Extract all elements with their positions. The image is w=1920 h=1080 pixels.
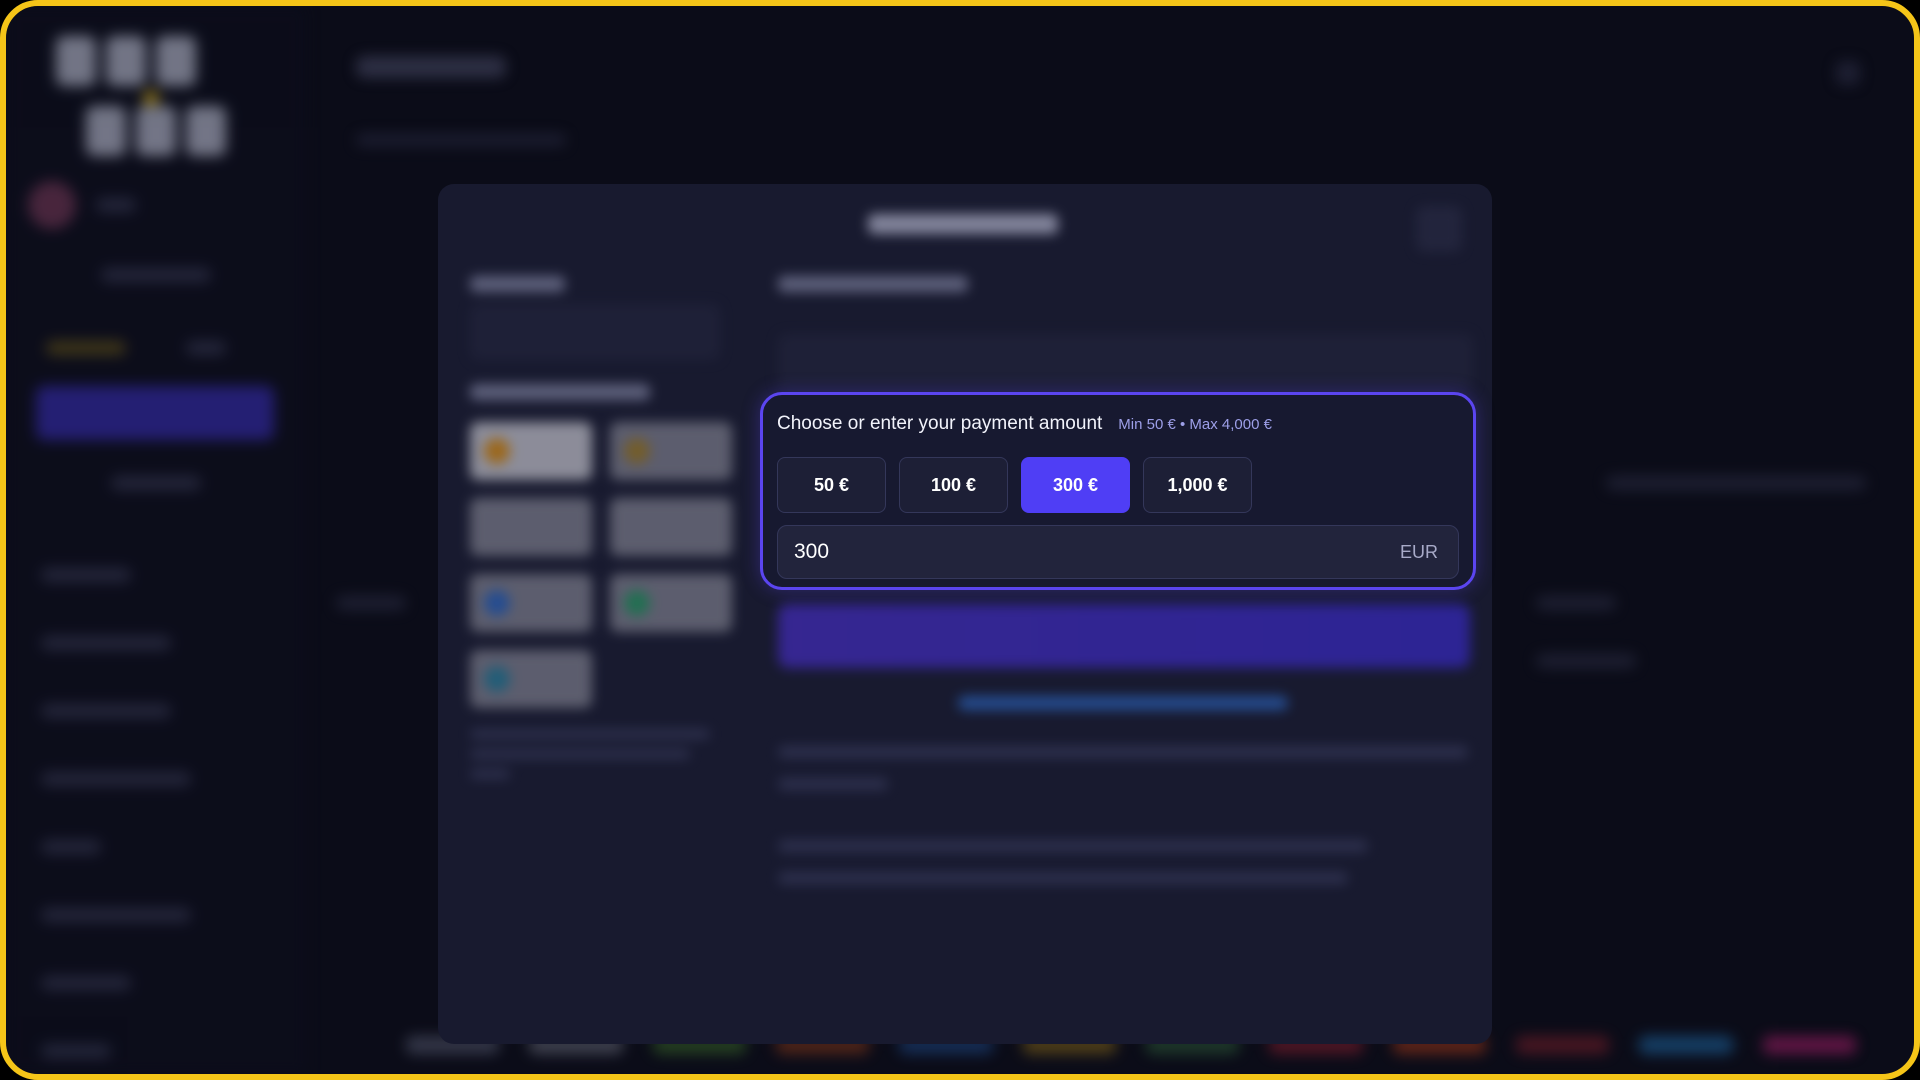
withdraw-button[interactable]	[778, 604, 1470, 668]
header-icon-placeholder[interactable]	[1836, 61, 1860, 85]
payment-amount-header: Choose or enter your payment amount Min …	[777, 413, 1272, 435]
sidebar-item[interactable]	[41, 840, 101, 854]
footer-logo	[1762, 1036, 1856, 1054]
table-header-placeholder	[336, 596, 406, 610]
sidebar-username-placeholder	[96, 198, 136, 212]
coin-icon	[624, 438, 650, 464]
close-icon[interactable]	[1416, 206, 1462, 252]
wallet-label-placeholder	[778, 276, 968, 292]
modal-blurred-content	[438, 184, 1492, 1044]
table-header-placeholder	[1536, 596, 1616, 610]
payment-method-tile[interactable]	[470, 422, 592, 480]
preset-amount-300-button[interactable]: 300 €	[1021, 457, 1130, 513]
sidebar-item[interactable]	[41, 772, 191, 786]
sidebar-deposit-button[interactable]	[36, 386, 274, 440]
sidebar-balance-placeholder	[46, 341, 126, 355]
info-text-placeholder	[778, 872, 1348, 884]
payment-note-placeholder	[470, 729, 710, 739]
info-text-placeholder	[778, 840, 1368, 852]
sidebar-item[interactable]	[41, 568, 131, 582]
payment-amount-panel: Choose or enter your payment amount Min …	[760, 392, 1476, 590]
wallet-address-input[interactable]	[778, 334, 1473, 390]
preset-amounts: 50 € 100 € 300 € 1,000 €	[777, 457, 1252, 513]
warning-text-placeholder	[778, 746, 1468, 758]
sidebar-withdraw-link-placeholder[interactable]	[111, 476, 201, 490]
sidebar-profile-link-placeholder[interactable]	[101, 268, 211, 282]
sidebar-balance-extra-placeholder	[186, 341, 226, 355]
payment-note-placeholder	[470, 749, 690, 759]
currency-select[interactable]	[470, 304, 720, 360]
terms-link-placeholder[interactable]	[958, 696, 1288, 710]
table-cell-placeholder	[1536, 654, 1636, 668]
preset-amount-1000-button[interactable]: 1,000 €	[1143, 457, 1252, 513]
payment-amount-limits: Min 50 € • Max 4,000 €	[1118, 416, 1272, 433]
coin-icon	[484, 590, 510, 616]
sidebar-item[interactable]	[41, 908, 191, 922]
footer-logo	[1515, 1036, 1610, 1054]
amount-input[interactable]	[778, 525, 1400, 579]
sidebar-item[interactable]	[41, 1044, 111, 1058]
payment-method-tile[interactable]	[610, 422, 732, 480]
warning-text-placeholder	[778, 778, 888, 790]
page-title-placeholder	[356, 56, 506, 78]
payment-method-tile[interactable]	[470, 498, 592, 556]
sidebar-item[interactable]	[41, 636, 171, 650]
logo-mark	[56, 36, 226, 156]
sidebar-item[interactable]	[41, 704, 171, 718]
coin-icon	[484, 666, 510, 692]
payment-note-placeholder	[470, 769, 510, 779]
sidebar-item[interactable]	[41, 976, 131, 990]
currency-label-placeholder	[470, 276, 565, 292]
payment-method-label-placeholder	[470, 384, 650, 400]
payment-method-tile[interactable]	[610, 498, 732, 556]
currency-suffix: EUR	[1399, 541, 1438, 562]
preset-amount-50-button[interactable]: 50 €	[777, 457, 886, 513]
coin-icon	[624, 590, 650, 616]
filter-controls-placeholder[interactable]	[1606, 476, 1866, 490]
payment-method-tile[interactable]	[470, 574, 592, 632]
withdrawal-modal	[438, 184, 1492, 1044]
payment-amount-title: Choose or enter your payment amount	[777, 413, 1103, 434]
payment-method-tile[interactable]	[610, 574, 732, 632]
footer-logo	[1639, 1036, 1733, 1054]
modal-title-placeholder	[868, 214, 1058, 234]
amount-field[interactable]: EUR	[777, 525, 1459, 579]
payment-method-tile[interactable]	[470, 650, 592, 708]
coin-icon	[484, 438, 510, 464]
app-frame: Choose or enter your payment amount Min …	[0, 0, 1920, 1080]
preset-amount-100-button[interactable]: 100 €	[899, 457, 1008, 513]
sidebar	[6, 6, 306, 1074]
logo	[56, 36, 256, 163]
avatar[interactable]	[28, 181, 76, 229]
breadcrumb-placeholder	[356, 134, 566, 146]
